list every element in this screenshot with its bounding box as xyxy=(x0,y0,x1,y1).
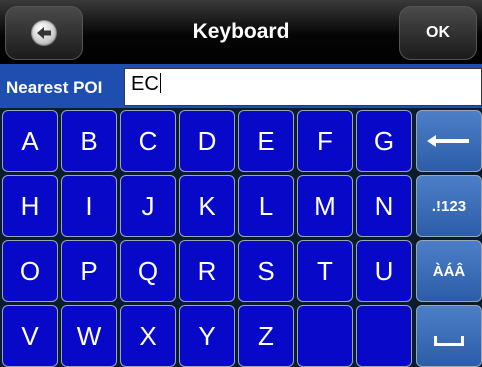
key-r[interactable]: R xyxy=(179,240,235,302)
key-e[interactable]: E xyxy=(238,110,294,172)
backspace-arrow-icon xyxy=(427,135,469,147)
key-blank-3-5 xyxy=(297,305,353,367)
back-button[interactable] xyxy=(5,6,83,60)
numbers-symbols-key[interactable]: .!123 xyxy=(416,175,482,237)
search-input-value: EC xyxy=(131,73,159,95)
key-y[interactable]: Y xyxy=(179,305,235,367)
key-i[interactable]: I xyxy=(61,175,117,237)
space-key[interactable] xyxy=(416,305,482,367)
key-d[interactable]: D xyxy=(179,110,235,172)
page-title: Keyboard xyxy=(192,20,290,43)
key-n[interactable]: N xyxy=(356,175,412,237)
key-s[interactable]: S xyxy=(238,240,294,302)
key-b[interactable]: B xyxy=(61,110,117,172)
key-c[interactable]: C xyxy=(120,110,176,172)
accents-key[interactable]: ÀÁÂ xyxy=(416,240,482,302)
input-label: Nearest POI xyxy=(6,78,103,97)
on-screen-keyboard: .!123 ÀÁÂ ABCDEFG HIJKLMN OPQRSTU VWXYZ xyxy=(0,108,482,367)
key-q[interactable]: Q xyxy=(120,240,176,302)
key-z[interactable]: Z xyxy=(238,305,294,367)
key-v[interactable]: V xyxy=(2,305,58,367)
key-h[interactable]: H xyxy=(2,175,58,237)
key-a[interactable]: A xyxy=(2,110,58,172)
key-x[interactable]: X xyxy=(120,305,176,367)
key-w[interactable]: W xyxy=(61,305,117,367)
ok-button[interactable]: OK xyxy=(399,6,477,60)
key-p[interactable]: P xyxy=(61,240,117,302)
search-input[interactable]: EC xyxy=(124,68,482,106)
title-bar: Keyboard OK xyxy=(0,0,482,64)
backspace-key[interactable] xyxy=(416,110,482,172)
search-bar: Nearest POI EC xyxy=(0,64,482,108)
key-l[interactable]: L xyxy=(238,175,294,237)
key-o[interactable]: O xyxy=(2,240,58,302)
space-bar-icon xyxy=(434,336,464,346)
key-k[interactable]: K xyxy=(179,175,235,237)
key-blank-3-6 xyxy=(356,305,412,367)
key-j[interactable]: J xyxy=(120,175,176,237)
key-f[interactable]: F xyxy=(297,110,353,172)
key-u[interactable]: U xyxy=(356,240,412,302)
key-m[interactable]: M xyxy=(297,175,353,237)
back-arrow-icon xyxy=(31,20,57,46)
key-g[interactable]: G xyxy=(356,110,412,172)
key-t[interactable]: T xyxy=(297,240,353,302)
text-caret xyxy=(159,73,161,93)
